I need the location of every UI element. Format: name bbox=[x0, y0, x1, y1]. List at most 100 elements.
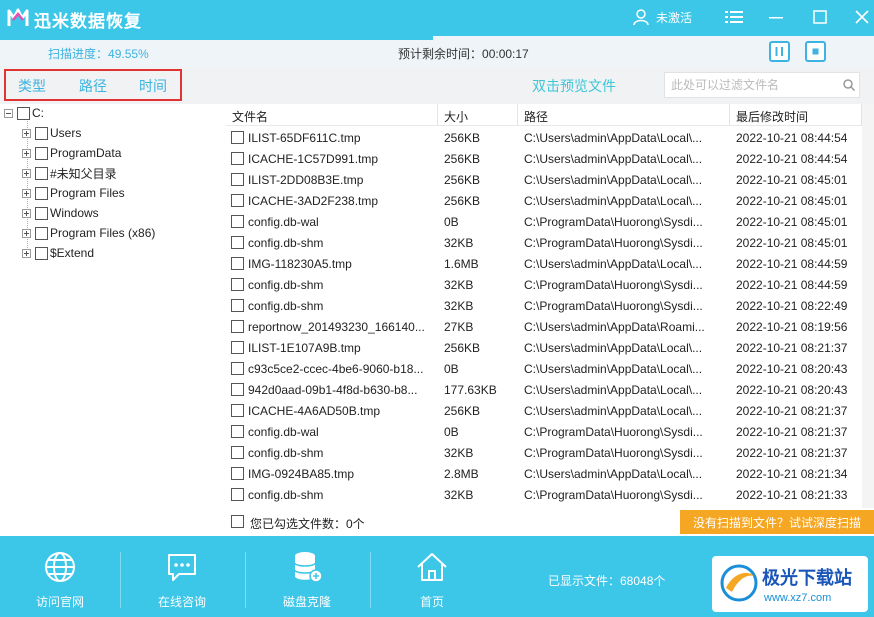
row-checkbox[interactable] bbox=[231, 425, 244, 438]
select-all-checkbox[interactable] bbox=[231, 515, 244, 528]
user-account[interactable]: 未激活 bbox=[632, 7, 692, 27]
expand-icon[interactable] bbox=[22, 148, 31, 158]
maximize-button[interactable] bbox=[808, 6, 832, 28]
home-button[interactable]: 首页 bbox=[372, 550, 492, 612]
row-checkbox[interactable] bbox=[231, 320, 244, 333]
preview-hint[interactable]: 双击预览文件 bbox=[532, 76, 616, 96]
deep-scan-button[interactable]: 没有扫描到文件？试试深度扫描 bbox=[680, 510, 874, 534]
tree-node-windows[interactable]: Windows bbox=[22, 204, 99, 222]
table-row[interactable]: ICACHE-3AD2F238.tmp 256KB C:\Users\admin\A… bbox=[226, 190, 862, 211]
row-checkbox[interactable] bbox=[231, 215, 244, 228]
column-filename[interactable]: 文件名 bbox=[232, 108, 268, 125]
table-row[interactable]: config.db-wal 0B C:\ProgramData\Huorong\Sy… bbox=[226, 211, 862, 232]
row-checkbox[interactable] bbox=[231, 488, 244, 501]
table-row[interactable]: config.db-shm 32KB C:\ProgramData\Huorong\… bbox=[226, 484, 862, 505]
tree-checkbox[interactable] bbox=[35, 206, 48, 220]
row-checkbox[interactable] bbox=[231, 446, 244, 459]
table-row[interactable]: reportnow_201493230_166140... 27KB C:\User… bbox=[226, 316, 862, 337]
tree-node-extend[interactable]: $Extend bbox=[22, 244, 94, 262]
table-row[interactable]: IMG-118230A5.tmp 1.6MB C:\Users\admin\AppD… bbox=[226, 253, 862, 274]
file-name-cell: ILIST-65DF611C.tmp bbox=[248, 131, 361, 145]
close-button[interactable] bbox=[850, 6, 874, 28]
table-row[interactable]: 942d0aad-09b1-4f8d-b630-b8... 177.63KB C:\… bbox=[226, 379, 862, 400]
close-icon bbox=[855, 10, 869, 24]
row-checkbox[interactable] bbox=[231, 341, 244, 354]
tree-node-programdata[interactable]: ProgramData bbox=[22, 144, 121, 162]
row-checkbox[interactable] bbox=[231, 383, 244, 396]
row-checkbox[interactable] bbox=[231, 236, 244, 249]
tab-path[interactable]: 路径 bbox=[79, 76, 107, 96]
tree-node-program-files[interactable]: Program Files bbox=[22, 184, 125, 202]
tree-checkbox[interactable] bbox=[35, 126, 48, 140]
row-checkbox[interactable] bbox=[231, 404, 244, 417]
search-icon[interactable] bbox=[842, 78, 856, 92]
tree-node-unknown-parent[interactable]: #未知父目录 bbox=[22, 164, 117, 182]
file-name-cell: c93c5ce2-ccec-4be6-9060-b18... bbox=[248, 362, 424, 376]
table-row[interactable]: config.db-shm 32KB C:\ProgramData\Huorong\… bbox=[226, 442, 862, 463]
file-path-cell: C:\ProgramData\Huorong\Sysdi... bbox=[524, 236, 703, 250]
column-modified-time[interactable]: 最后修改时间 bbox=[736, 108, 808, 125]
expand-icon[interactable] bbox=[22, 248, 31, 258]
row-checkbox[interactable] bbox=[231, 362, 244, 375]
row-checkbox[interactable] bbox=[231, 173, 244, 186]
tree-checkbox[interactable] bbox=[35, 146, 48, 160]
pause-button[interactable] bbox=[769, 41, 790, 62]
file-size-cell: 0B bbox=[444, 362, 459, 376]
tab-type[interactable]: 类型 bbox=[18, 76, 46, 96]
expand-icon[interactable] bbox=[22, 168, 31, 178]
table-row[interactable]: ICACHE-4A6AD50B.tmp 256KB C:\Users\admin\A… bbox=[226, 400, 862, 421]
tree-checkbox[interactable] bbox=[35, 246, 48, 260]
table-row[interactable]: config.db-shm 32KB C:\ProgramData\Huorong\… bbox=[226, 232, 862, 253]
table-row[interactable]: config.db-shm 32KB C:\ProgramData\Huorong\… bbox=[226, 295, 862, 316]
file-path-cell: C:\Users\admin\AppData\Local\... bbox=[524, 362, 703, 376]
menu-icon bbox=[725, 11, 743, 23]
table-row[interactable]: ILIST-65DF611C.tmp 256KB C:\Users\admin\Ap… bbox=[226, 127, 862, 148]
table-row[interactable]: config.db-shm 32KB C:\ProgramData\Huorong\… bbox=[226, 274, 862, 295]
row-checkbox[interactable] bbox=[231, 278, 244, 291]
row-checkbox[interactable] bbox=[231, 152, 244, 165]
tree-node-label: Users bbox=[50, 126, 82, 140]
row-checkbox[interactable] bbox=[231, 131, 244, 144]
tree-node-users[interactable]: Users bbox=[22, 124, 81, 142]
expand-icon[interactable] bbox=[22, 128, 31, 138]
tree-node-program-files-x86[interactable]: Program Files (x86) bbox=[22, 224, 155, 242]
online-consult-button[interactable]: 在线咨询 bbox=[122, 550, 242, 612]
disk-clone-button[interactable]: 磁盘克隆 bbox=[247, 550, 367, 612]
menu-button[interactable] bbox=[722, 6, 746, 28]
stop-button[interactable] bbox=[805, 41, 826, 62]
file-table-header: 文件名 大小 路径 最后修改时间 bbox=[226, 104, 862, 126]
tree-checkbox[interactable] bbox=[35, 166, 48, 180]
filename-filter-input[interactable] bbox=[664, 72, 860, 98]
file-path-cell: C:\Users\admin\AppData\Local\... bbox=[524, 383, 703, 397]
column-size[interactable]: 大小 bbox=[444, 108, 468, 125]
row-checkbox[interactable] bbox=[231, 194, 244, 207]
table-row[interactable]: config.db-wal 0B C:\ProgramData\Huorong\Sy… bbox=[226, 421, 862, 442]
tree-checkbox[interactable] bbox=[35, 226, 48, 240]
table-row[interactable]: c93c5ce2-ccec-4be6-9060-b18... 0B C:\Users… bbox=[226, 358, 862, 379]
column-divider[interactable] bbox=[437, 104, 438, 126]
tree-node-root[interactable]: C: bbox=[4, 104, 44, 122]
collapse-icon[interactable] bbox=[4, 108, 13, 118]
column-divider[interactable] bbox=[729, 104, 730, 126]
tree-checkbox[interactable] bbox=[35, 186, 48, 200]
minimize-button[interactable] bbox=[764, 6, 788, 28]
expand-icon[interactable] bbox=[22, 208, 31, 218]
file-name-cell: config.db-shm bbox=[248, 299, 324, 313]
file-size-cell: 32KB bbox=[444, 299, 474, 313]
tree-checkbox[interactable] bbox=[17, 106, 30, 120]
row-checkbox[interactable] bbox=[231, 257, 244, 270]
table-row[interactable]: ICACHE-1C57D991.tmp 256KB C:\Users\admin\A… bbox=[226, 148, 862, 169]
expand-icon[interactable] bbox=[22, 228, 31, 238]
expand-icon[interactable] bbox=[22, 188, 31, 198]
table-row[interactable]: ILIST-2DD08B3E.tmp 256KB C:\Users\admin\Ap… bbox=[226, 169, 862, 190]
column-path[interactable]: 路径 bbox=[524, 108, 548, 125]
table-row[interactable]: IMG-0924BA85.tmp 2.8MB C:\Users\admin\AppD… bbox=[226, 463, 862, 484]
table-row[interactable]: ILIST-1E107A9B.tmp 256KB C:\Users\admin\Ap… bbox=[226, 337, 862, 358]
visit-website-button[interactable]: 访问官网 bbox=[0, 550, 120, 612]
row-checkbox[interactable] bbox=[231, 467, 244, 480]
watermark-title: 极光下载站 bbox=[762, 568, 852, 588]
vertical-scrollbar[interactable] bbox=[862, 104, 874, 508]
column-divider[interactable] bbox=[517, 104, 518, 126]
row-checkbox[interactable] bbox=[231, 299, 244, 312]
tab-time[interactable]: 时间 bbox=[139, 76, 167, 96]
